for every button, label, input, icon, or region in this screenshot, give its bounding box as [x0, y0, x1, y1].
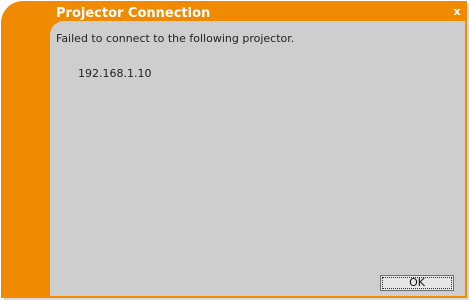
projector-connection-dialog: Projector Connection x Failed to connect…	[1, 1, 467, 298]
projector-ip-address: 192.168.1.10	[78, 67, 152, 80]
close-icon[interactable]: x	[451, 6, 463, 18]
window-shadow-right	[467, 4, 469, 299]
error-message: Failed to connect to the following proje…	[56, 32, 295, 45]
dialog-content: Failed to connect to the following proje…	[50, 21, 465, 296]
ok-button[interactable]: OK	[380, 275, 454, 291]
dialog-title: Projector Connection	[56, 6, 211, 21]
